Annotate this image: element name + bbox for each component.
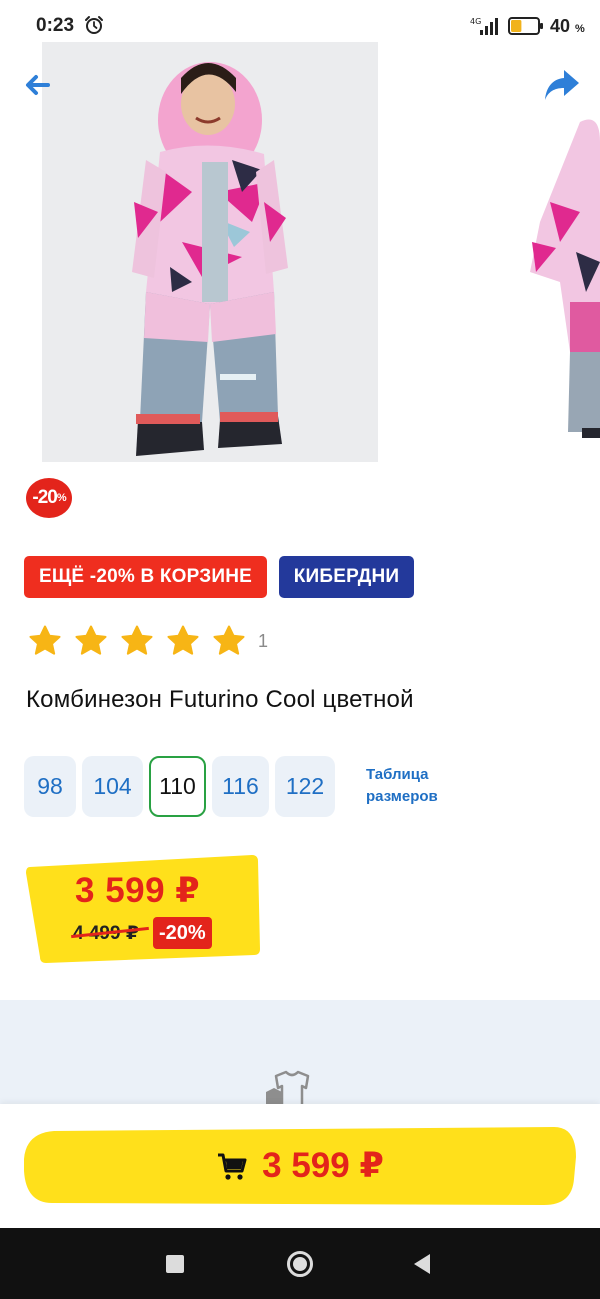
discount-badge-value: -20: [32, 487, 57, 508]
current-price: 3 599 ₽: [75, 871, 201, 910]
rating[interactable]: 1: [28, 624, 268, 658]
product-gallery[interactable]: [0, 42, 600, 464]
recent-apps-icon[interactable]: [166, 1255, 184, 1273]
size-table-link-line1: Таблица: [366, 766, 429, 783]
kid-snowsuit-illustration: [42, 42, 378, 462]
status-time: 0:23: [36, 15, 75, 36]
star-icon: [29, 625, 61, 655]
star-icon: [167, 625, 199, 655]
rating-count: 1: [258, 630, 269, 651]
size-chip-116[interactable]: 116: [212, 756, 269, 817]
product-title: Комбинезон Futurino Cool цветной: [26, 686, 414, 713]
size-selector: 98 104 110 116 122: [24, 756, 341, 817]
size-chip-104[interactable]: 104: [82, 756, 143, 817]
share-button[interactable]: [544, 68, 580, 102]
battery-percent: 40 %: [550, 16, 585, 36]
alarm-icon: [85, 16, 103, 34]
size-chip-98[interactable]: 98: [24, 756, 76, 817]
network-type-label: 4G: [470, 17, 481, 26]
star-icon: [75, 625, 107, 655]
cart-icon: [218, 1153, 247, 1180]
basket-promo-tag[interactable]: ЕЩЁ -20% В КОРЗИНЕ: [24, 556, 267, 598]
discount-badge-unit: %: [56, 492, 67, 504]
size-chip-110[interactable]: 110: [149, 756, 206, 817]
back-button[interactable]: [22, 70, 52, 100]
size-chip-122[interactable]: 122: [275, 756, 335, 817]
system-back-icon[interactable]: [412, 1253, 432, 1275]
cyberdays-tag[interactable]: КИБЕРДНИ: [279, 556, 414, 598]
star-icon: [213, 625, 245, 655]
price-discount-tag: -20%: [153, 917, 212, 949]
home-icon[interactable]: [286, 1250, 314, 1278]
next-photo-illustration: [530, 119, 600, 438]
next-product-photo[interactable]: [520, 102, 600, 442]
signal-icon: 4G: [470, 17, 498, 35]
product-photo[interactable]: [42, 42, 378, 462]
price-block: 3 599 ₽ 4 499 ₽ -20%: [26, 853, 262, 963]
discount-badge: -20%: [26, 478, 72, 518]
battery-icon: [508, 17, 543, 35]
add-to-cart-button[interactable]: 3 599 ₽: [24, 1127, 576, 1205]
size-table-link-line2: размеров: [366, 788, 438, 805]
size-table-link[interactable]: Таблица размеров: [366, 764, 438, 808]
cart-button-price: 3 599 ₽: [262, 1146, 384, 1185]
star-icon: [121, 625, 153, 655]
